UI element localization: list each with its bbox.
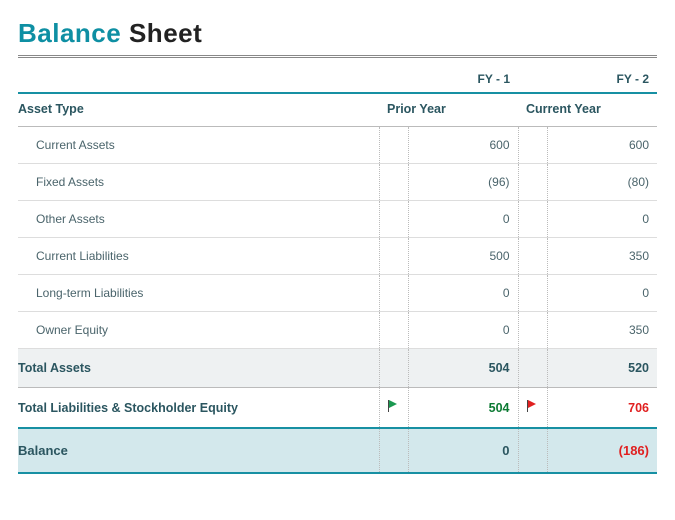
row-label: Long-term Liabilities bbox=[18, 275, 379, 312]
col-asset-type: Asset Type bbox=[18, 93, 379, 127]
row-fy1: 0 bbox=[408, 201, 518, 238]
row-fy1: 0 bbox=[408, 312, 518, 349]
col-fy1-label: FY - 1 bbox=[379, 62, 518, 93]
table-row: Other Assets 00 bbox=[18, 201, 657, 238]
page-title: Balance Sheet bbox=[18, 18, 657, 58]
row-fy2: 600 bbox=[547, 127, 657, 164]
table-row: Current Liabilities 500 350 bbox=[18, 238, 657, 275]
row-fy2: 0 bbox=[547, 201, 657, 238]
flag-icon bbox=[527, 400, 539, 412]
total-equity-fy2: 706 bbox=[547, 388, 657, 429]
balance-fy1: 0 bbox=[408, 428, 518, 473]
total-assets-label: Total Assets bbox=[18, 349, 379, 388]
total-equity-fy1: 504 bbox=[408, 388, 518, 429]
row-fy1: (96) bbox=[408, 164, 518, 201]
balance-fy2: (186) bbox=[547, 428, 657, 473]
row-fy1: 600 bbox=[408, 127, 518, 164]
title-rest: Sheet bbox=[129, 18, 202, 48]
table-row: Owner Equity 0 350 bbox=[18, 312, 657, 349]
row-fy1: 0 bbox=[408, 275, 518, 312]
total-assets-fy2: 520 bbox=[547, 349, 657, 388]
col-prior-year: Prior Year bbox=[379, 93, 518, 127]
row-fy2: 0 bbox=[547, 275, 657, 312]
row-label: Fixed Assets bbox=[18, 164, 379, 201]
table-row: Fixed Assets (96) (80) bbox=[18, 164, 657, 201]
total-assets-fy1: 504 bbox=[408, 349, 518, 388]
row-label: Other Assets bbox=[18, 201, 379, 238]
header-row: Asset Type Prior Year Current Year bbox=[18, 93, 657, 127]
equity-flag-fy2 bbox=[518, 388, 547, 429]
flag-icon bbox=[388, 400, 400, 412]
balance-row: Balance 0 (186) bbox=[18, 428, 657, 473]
title-brand: Balance bbox=[18, 18, 121, 48]
row-label: Current Assets bbox=[18, 127, 379, 164]
total-equity-label: Total Liabilities & Stockholder Equity bbox=[18, 388, 379, 429]
table-row: Long-term Liabilities 00 bbox=[18, 275, 657, 312]
row-label: Owner Equity bbox=[18, 312, 379, 349]
row-label: Current Liabilities bbox=[18, 238, 379, 275]
total-assets-row: Total Assets 504 520 bbox=[18, 349, 657, 388]
col-current-year: Current Year bbox=[518, 93, 657, 127]
col-fy2-label: FY - 2 bbox=[518, 62, 657, 93]
table-row: Current Assets 600 600 bbox=[18, 127, 657, 164]
row-fy2: (80) bbox=[547, 164, 657, 201]
equity-flag-fy1 bbox=[379, 388, 408, 429]
row-fy1: 500 bbox=[408, 238, 518, 275]
row-fy2: 350 bbox=[547, 312, 657, 349]
balance-label: Balance bbox=[18, 428, 379, 473]
total-equity-row: Total Liabilities & Stockholder Equity 5… bbox=[18, 388, 657, 429]
fiscal-year-row: FY - 1 FY - 2 bbox=[18, 62, 657, 93]
balance-sheet-table: FY - 1 FY - 2 Asset Type Prior Year Curr… bbox=[18, 62, 657, 474]
row-fy2: 350 bbox=[547, 238, 657, 275]
